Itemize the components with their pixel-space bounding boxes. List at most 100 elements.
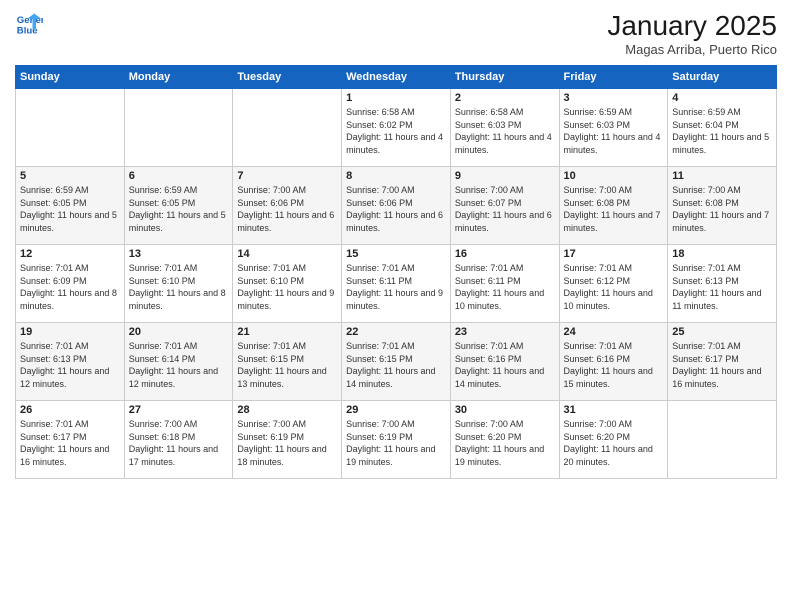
day-number: 26 [20,404,120,416]
day-number: 18 [672,248,772,260]
day-info: Sunrise: 7:01 AMSunset: 6:17 PMDaylight:… [672,340,772,390]
day-info: Sunrise: 7:01 AMSunset: 6:16 PMDaylight:… [564,340,664,390]
day-number: 22 [346,326,446,338]
day-number: 23 [455,326,555,338]
col-wednesday: Wednesday [342,66,451,89]
day-info: Sunrise: 7:00 AMSunset: 6:19 PMDaylight:… [237,418,337,468]
table-row: 15Sunrise: 7:01 AMSunset: 6:11 PMDayligh… [342,245,451,323]
day-number: 14 [237,248,337,260]
day-info: Sunrise: 7:01 AMSunset: 6:16 PMDaylight:… [455,340,555,390]
day-info: Sunrise: 7:01 AMSunset: 6:13 PMDaylight:… [672,262,772,312]
col-friday: Friday [559,66,668,89]
table-row: 27 Sunrise: 7:00 AMSunset: 6:18 PMDayligh… [124,401,233,479]
table-row [124,89,233,167]
table-row: 7Sunrise: 7:00 AMSunset: 6:06 PMDaylight… [233,167,342,245]
day-number: 11 [672,170,772,182]
col-saturday: Saturday [668,66,777,89]
table-row: 23 Sunrise: 7:01 AMSunset: 6:16 PMDayligh… [450,323,559,401]
day-number: 21 [237,326,337,338]
location: Magas Arriba, Puerto Rico [607,42,777,57]
day-info: Sunrise: 7:01 AMSunset: 6:13 PMDaylight:… [20,340,120,390]
month-title: January 2025 [607,10,777,42]
table-row: 3Sunrise: 6:59 AMSunset: 6:03 PMDaylight… [559,89,668,167]
day-info: Sunrise: 7:01 AMSunset: 6:10 PMDaylight:… [129,262,229,312]
day-number: 3 [564,92,664,104]
table-row: 28 Sunrise: 7:00 AMSunset: 6:19 PMDayligh… [233,401,342,479]
header: General Blue January 2025 Magas Arriba, … [15,10,777,57]
table-row: 19 Sunrise: 7:01 AMSunset: 6:13 PMDayligh… [16,323,125,401]
title-block: January 2025 Magas Arriba, Puerto Rico [607,10,777,57]
calendar-week-row: 1 Sunrise: 6:58 AMSunset: 6:02 PMDaylight… [16,89,777,167]
logo-icon: General Blue [15,10,43,38]
table-row: 18 Sunrise: 7:01 AMSunset: 6:13 PMDayligh… [668,245,777,323]
day-number: 9 [455,170,555,182]
table-row: 21 Sunrise: 7:01 AMSunset: 6:15 PMDayligh… [233,323,342,401]
day-number: 16 [455,248,555,260]
table-row: 6Sunrise: 6:59 AMSunset: 6:05 PMDaylight… [124,167,233,245]
day-info: Sunrise: 7:01 AMSunset: 6:10 PMDaylight:… [237,262,337,312]
day-number: 6 [129,170,229,182]
day-number: 10 [564,170,664,182]
day-number: 17 [564,248,664,260]
day-number: 31 [564,404,664,416]
page: General Blue January 2025 Magas Arriba, … [0,0,792,612]
day-info: Sunrise: 7:01 AMSunset: 6:11 PMDaylight:… [455,262,555,312]
col-tuesday: Tuesday [233,66,342,89]
day-info: Sunrise: 7:00 AMSunset: 6:19 PMDaylight:… [346,418,446,468]
day-number: 19 [20,326,120,338]
day-info: Sunrise: 6:58 AMSunset: 6:03 PMDaylight:… [455,106,555,156]
table-row: 31Sunrise: 7:00 AMSunset: 6:20 PMDayligh… [559,401,668,479]
day-info: Sunrise: 7:01 AMSunset: 6:14 PMDaylight:… [129,340,229,390]
day-number: 13 [129,248,229,260]
table-row: 13 Sunrise: 7:01 AMSunset: 6:10 PMDayligh… [124,245,233,323]
logo: General Blue [15,10,43,38]
table-row: 22 Sunrise: 7:01 AMSunset: 6:15 PMDayligh… [342,323,451,401]
day-number: 12 [20,248,120,260]
day-number: 28 [237,404,337,416]
day-info: Sunrise: 7:00 AMSunset: 6:06 PMDaylight:… [346,184,446,234]
day-info: Sunrise: 7:00 AMSunset: 6:08 PMDaylight:… [564,184,664,234]
table-row: 16 Sunrise: 7:01 AMSunset: 6:11 PMDayligh… [450,245,559,323]
day-info: Sunrise: 6:58 AMSunset: 6:02 PMDaylight:… [346,106,446,156]
table-row: 26 Sunrise: 7:01 AMSunset: 6:17 PMDayligh… [16,401,125,479]
table-row: 10 Sunrise: 7:00 AMSunset: 6:08 PMDayligh… [559,167,668,245]
table-row [16,89,125,167]
col-thursday: Thursday [450,66,559,89]
day-number: 15 [346,248,446,260]
table-row: 17Sunrise: 7:01 AMSunset: 6:12 PMDayligh… [559,245,668,323]
table-row: 5Sunrise: 6:59 AMSunset: 6:05 PMDaylight… [16,167,125,245]
day-number: 27 [129,404,229,416]
table-row: 30Sunrise: 7:00 AMSunset: 6:20 PMDayligh… [450,401,559,479]
table-row: 9 Sunrise: 7:00 AMSunset: 6:07 PMDaylight… [450,167,559,245]
table-row [668,401,777,479]
calendar-week-row: 12 Sunrise: 7:01 AMSunset: 6:09 PMDayligh… [16,245,777,323]
table-row: 11Sunrise: 7:00 AMSunset: 6:08 PMDayligh… [668,167,777,245]
calendar-week-row: 19 Sunrise: 7:01 AMSunset: 6:13 PMDayligh… [16,323,777,401]
day-number: 20 [129,326,229,338]
day-info: Sunrise: 7:01 AMSunset: 6:15 PMDaylight:… [346,340,446,390]
day-number: 4 [672,92,772,104]
calendar-header-row: Sunday Monday Tuesday Wednesday Thursday… [16,66,777,89]
table-row: 2Sunrise: 6:58 AMSunset: 6:03 PMDaylight… [450,89,559,167]
svg-text:General: General [17,15,43,26]
table-row: 14 Sunrise: 7:01 AMSunset: 6:10 PMDayligh… [233,245,342,323]
day-info: Sunrise: 7:00 AMSunset: 6:06 PMDaylight:… [237,184,337,234]
day-info: Sunrise: 7:00 AMSunset: 6:18 PMDaylight:… [129,418,229,468]
table-row: 29Sunrise: 7:00 AMSunset: 6:19 PMDayligh… [342,401,451,479]
col-monday: Monday [124,66,233,89]
day-info: Sunrise: 7:01 AMSunset: 6:09 PMDaylight:… [20,262,120,312]
table-row: 12 Sunrise: 7:01 AMSunset: 6:09 PMDayligh… [16,245,125,323]
table-row: 8 Sunrise: 7:00 AMSunset: 6:06 PMDaylight… [342,167,451,245]
day-info: Sunrise: 7:00 AMSunset: 6:07 PMDaylight:… [455,184,555,234]
day-number: 1 [346,92,446,104]
day-info: Sunrise: 6:59 AMSunset: 6:04 PMDaylight:… [672,106,772,156]
day-number: 8 [346,170,446,182]
col-sunday: Sunday [16,66,125,89]
day-number: 25 [672,326,772,338]
table-row: 25 Sunrise: 7:01 AMSunset: 6:17 PMDayligh… [668,323,777,401]
day-info: Sunrise: 7:01 AMSunset: 6:15 PMDaylight:… [237,340,337,390]
calendar-table: Sunday Monday Tuesday Wednesday Thursday… [15,65,777,479]
day-info: Sunrise: 7:01 AMSunset: 6:17 PMDaylight:… [20,418,120,468]
table-row: 20 Sunrise: 7:01 AMSunset: 6:14 PMDayligh… [124,323,233,401]
day-number: 30 [455,404,555,416]
